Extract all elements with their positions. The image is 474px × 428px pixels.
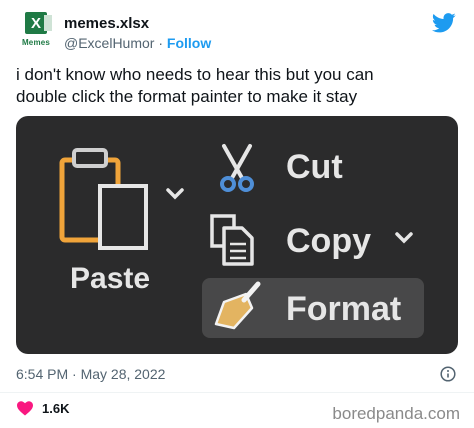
scissors-icon (220, 144, 254, 192)
copy-icon (210, 214, 254, 266)
tweet-media[interactable]: Paste Cut Copy Format (16, 116, 458, 354)
copy-label[interactable]: Copy (286, 222, 371, 260)
excel-logo-icon: X (25, 12, 52, 34)
paste-label[interactable]: Paste (70, 262, 150, 295)
format-label[interactable]: Format (286, 290, 401, 328)
copy-chevron-icon[interactable] (395, 232, 413, 244)
info-icon[interactable] (440, 366, 456, 382)
heart-icon (17, 401, 33, 416)
paste-chevron-icon[interactable] (166, 188, 184, 200)
follow-button[interactable]: Follow (167, 35, 211, 51)
avatar-caption: Memes (21, 38, 51, 47)
tweet-text: i don't know who needs to hear this but … (16, 65, 374, 106)
format-painter-button[interactable]: Format (202, 278, 424, 338)
like-count: 1.6K (42, 400, 70, 416)
watermark: boredpanda.com (332, 404, 460, 423)
avatar[interactable]: X Memes (16, 12, 56, 52)
handle[interactable]: @ExcelHumor (64, 35, 154, 51)
divider (0, 392, 474, 393)
clipboard-icon (59, 148, 148, 250)
twitter-bird-icon (432, 13, 456, 33)
display-name[interactable]: memes.xlsx (64, 15, 149, 32)
cut-label[interactable]: Cut (286, 148, 343, 186)
handle-row: @ExcelHumor · Follow (64, 35, 211, 51)
separator: · (154, 35, 167, 51)
tweet-timestamp[interactable]: 6:54 PM · May 28, 2022 (16, 366, 165, 382)
like-button[interactable]: 1.6K (16, 400, 69, 416)
